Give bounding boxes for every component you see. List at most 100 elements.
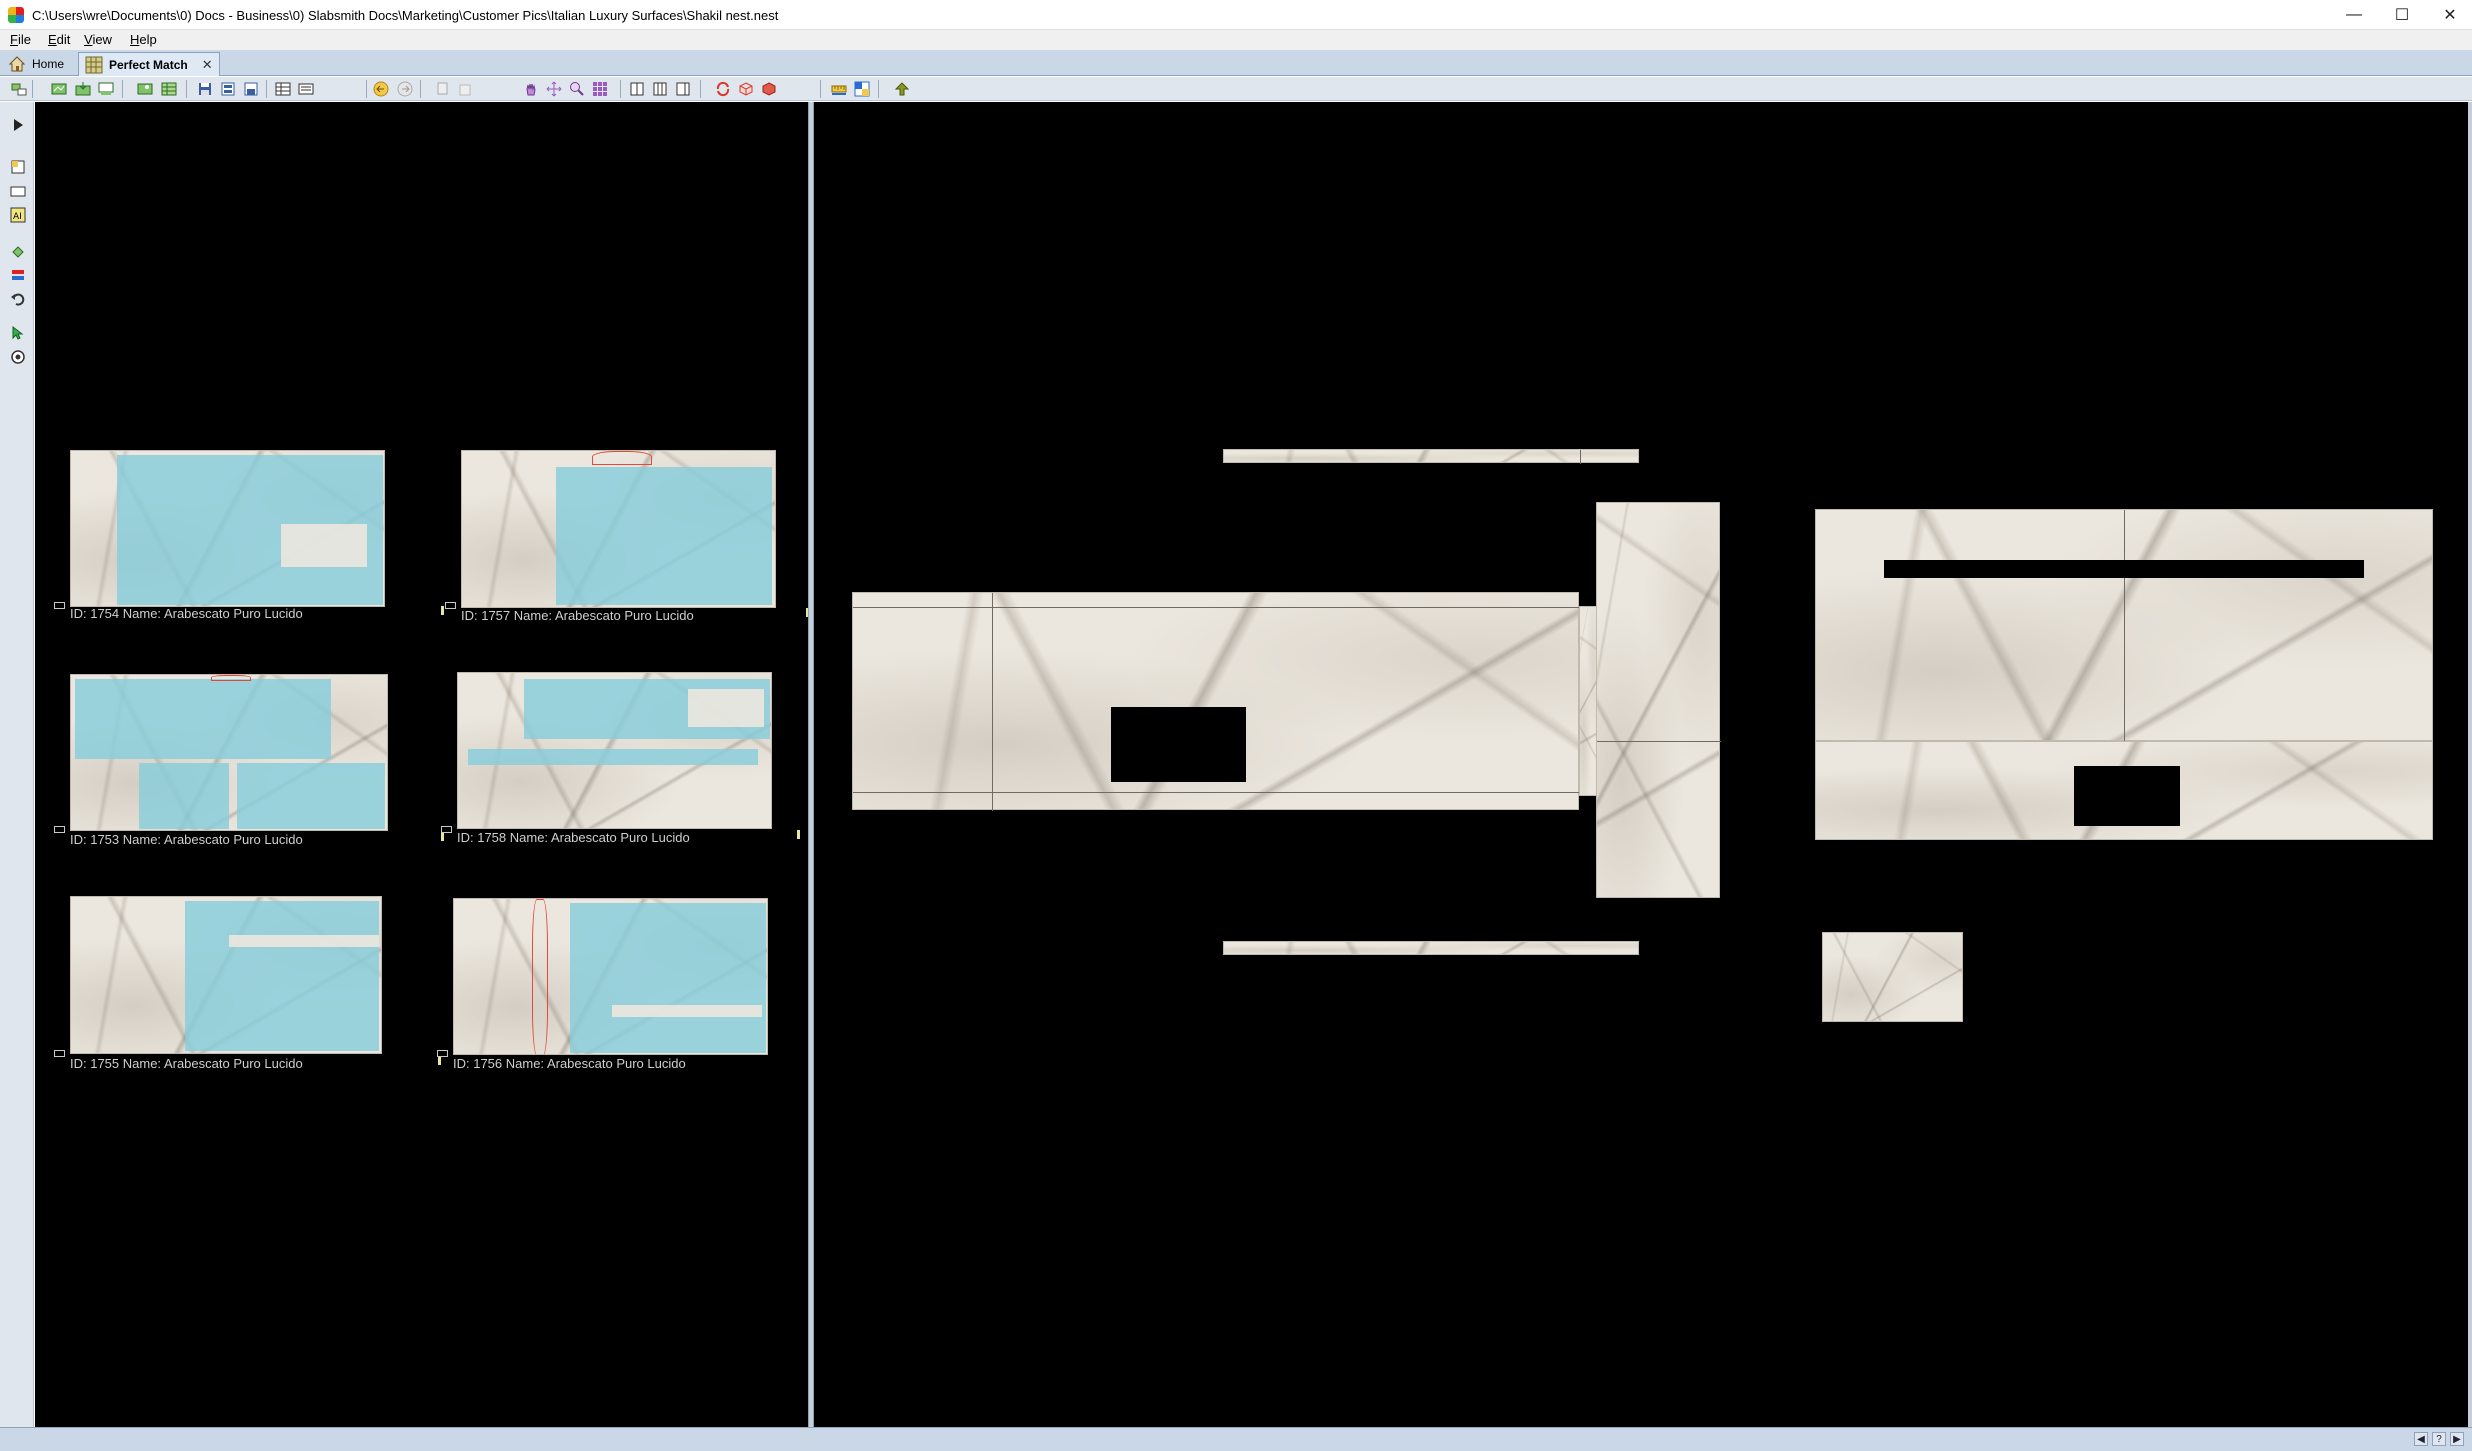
slab-select-checkbox[interactable]	[445, 602, 456, 609]
paint-tool-icon[interactable]	[8, 242, 28, 260]
app-logo-icon	[8, 7, 24, 23]
import-slab-icon[interactable]	[74, 80, 92, 98]
slab-label: ID: 1757 Name: Arabescato Puro Lucido	[461, 608, 694, 623]
layout-view-panel[interactable]	[814, 102, 2468, 1427]
undo-icon[interactable]	[8, 290, 28, 308]
upload-icon[interactable]	[893, 80, 911, 98]
grid-match-icon	[85, 56, 103, 73]
tab-perfect-match[interactable]: Perfect Match ✕	[78, 52, 220, 76]
slab-card[interactable]: ID: 1755 Name: Arabescato Puro Lucido	[54, 896, 441, 1071]
triple-pane-icon[interactable]	[674, 80, 692, 98]
refresh-icon[interactable]	[714, 80, 732, 98]
rectangle-tool-icon[interactable]	[8, 182, 28, 200]
menu-file-label: ile	[17, 32, 31, 47]
menu-file[interactable]: File	[10, 32, 31, 47]
cube-solid-icon[interactable]	[760, 80, 778, 98]
target-circle-icon	[11, 350, 25, 364]
slab-select-checkbox[interactable]	[54, 602, 65, 609]
slab-card[interactable]: ID: 1756 Name: Arabescato Puro Lucido	[437, 898, 783, 1071]
arrow-up-icon	[894, 82, 910, 96]
slab-image	[70, 674, 388, 831]
countertop-piece[interactable]	[852, 592, 1580, 811]
slab-select-icon[interactable]	[10, 80, 28, 98]
shape-tool-icon[interactable]	[8, 158, 28, 176]
menu-view[interactable]: View	[84, 32, 112, 47]
print-glyph-icon	[244, 82, 258, 96]
slab-card[interactable]: ID: 1757 Name: Arabescato Puro Lucido	[445, 450, 808, 623]
window-title: C:\Users\wre\Documents\0) Docs - Busines…	[32, 8, 779, 23]
cube-icon[interactable]	[737, 80, 755, 98]
inventory-icon[interactable]	[160, 80, 178, 98]
countertop-piece[interactable]	[1596, 502, 1721, 898]
slab-label: ID: 1755 Name: Arabescato Puro Lucido	[70, 1056, 303, 1071]
forward-icon[interactable]	[396, 80, 414, 98]
slab-select-checkbox[interactable]	[441, 826, 452, 833]
pattern-icon[interactable]	[853, 80, 871, 98]
seam-line	[853, 792, 1580, 793]
arrow-left-icon	[373, 81, 389, 97]
close-tab-icon[interactable]: ✕	[202, 57, 213, 73]
select-tool-icon[interactable]	[8, 324, 28, 342]
left-tool-strip: AI	[0, 102, 34, 1427]
slab-card[interactable]: ID: 1758 Name: Arabescato Puro Lucido	[441, 672, 800, 845]
text-tool-icon[interactable]: AI	[8, 206, 28, 224]
print-icon[interactable]	[242, 80, 260, 98]
countertop-piece[interactable]	[1223, 449, 1639, 464]
list-view-icon[interactable]	[297, 80, 315, 98]
copy-glyph-icon	[437, 82, 448, 95]
measure-icon[interactable]	[830, 80, 848, 98]
help-icon[interactable]: ?	[2432, 1432, 2446, 1446]
countertop-piece[interactable]	[1223, 941, 1639, 955]
slab-image	[461, 450, 776, 608]
slab-layout-icon[interactable]	[97, 80, 115, 98]
close-window-button[interactable]: ✕	[2422, 0, 2472, 30]
paste-icon[interactable]	[456, 80, 474, 98]
slab-layout-glyph-icon	[98, 82, 114, 95]
slab-card[interactable]: ID: 1754 Name: Arabescato Puro Lucido	[54, 450, 444, 621]
island-top-piece[interactable]	[1815, 741, 2433, 840]
play-arrow-icon[interactable]	[8, 116, 28, 134]
slab-select-checkbox[interactable]	[54, 826, 65, 833]
tab-home[interactable]: Home	[2, 52, 70, 76]
menu-edit[interactable]: Edit	[48, 32, 70, 47]
rectangle-glyph-icon	[10, 186, 26, 197]
undo-arrow-icon	[11, 293, 25, 306]
cube-filled-icon	[762, 82, 776, 96]
island-top-piece[interactable]	[1815, 509, 2433, 742]
menu-edit-mnemonic: E	[48, 32, 57, 47]
zoom-icon[interactable]	[568, 80, 586, 98]
single-pane-icon[interactable]	[628, 80, 646, 98]
table-view-icon[interactable]	[274, 80, 292, 98]
save-icon[interactable]	[196, 80, 214, 98]
menu-help-mnemonic: H	[130, 32, 140, 47]
pan-tool-icon[interactable]	[522, 80, 540, 98]
seam-line	[992, 593, 993, 811]
color-tool-icon[interactable]	[8, 266, 28, 284]
placed-part	[281, 524, 367, 567]
scroll-right-icon[interactable]: ▶	[2450, 1432, 2464, 1446]
countertop-piece[interactable]	[1579, 606, 1597, 796]
back-icon[interactable]	[372, 80, 390, 98]
grid-tool-icon[interactable]	[591, 80, 609, 98]
slab-select-checkbox[interactable]	[437, 1050, 448, 1057]
menu-help[interactable]: Help	[130, 32, 157, 47]
target-tool-icon[interactable]	[8, 348, 28, 366]
slab-card[interactable]: ID: 1753 Name: Arabescato Puro Lucido	[54, 674, 444, 847]
countertop-piece[interactable]	[1822, 932, 1963, 1022]
cut-line	[592, 451, 652, 465]
inventory-glyph-icon	[161, 82, 177, 96]
copy-icon[interactable]	[434, 80, 452, 98]
open-slab-icon[interactable]	[50, 80, 68, 98]
scroll-left-icon[interactable]: ◀	[2414, 1432, 2428, 1446]
split-pane-icon[interactable]	[651, 80, 669, 98]
status-bar: ◀ ? ▶	[0, 1427, 2472, 1451]
toolbar-separator	[700, 80, 701, 98]
placed-part	[185, 901, 379, 1051]
photo-icon[interactable]	[136, 80, 154, 98]
sink-cutout	[1111, 707, 1246, 782]
slab-select-checkbox[interactable]	[54, 1050, 65, 1057]
title-bar: C:\Users\wre\Documents\0) Docs - Busines…	[0, 0, 2472, 30]
slab-status-marker	[438, 1056, 441, 1065]
save-as-icon[interactable]	[219, 80, 237, 98]
move-tool-icon[interactable]	[545, 80, 563, 98]
